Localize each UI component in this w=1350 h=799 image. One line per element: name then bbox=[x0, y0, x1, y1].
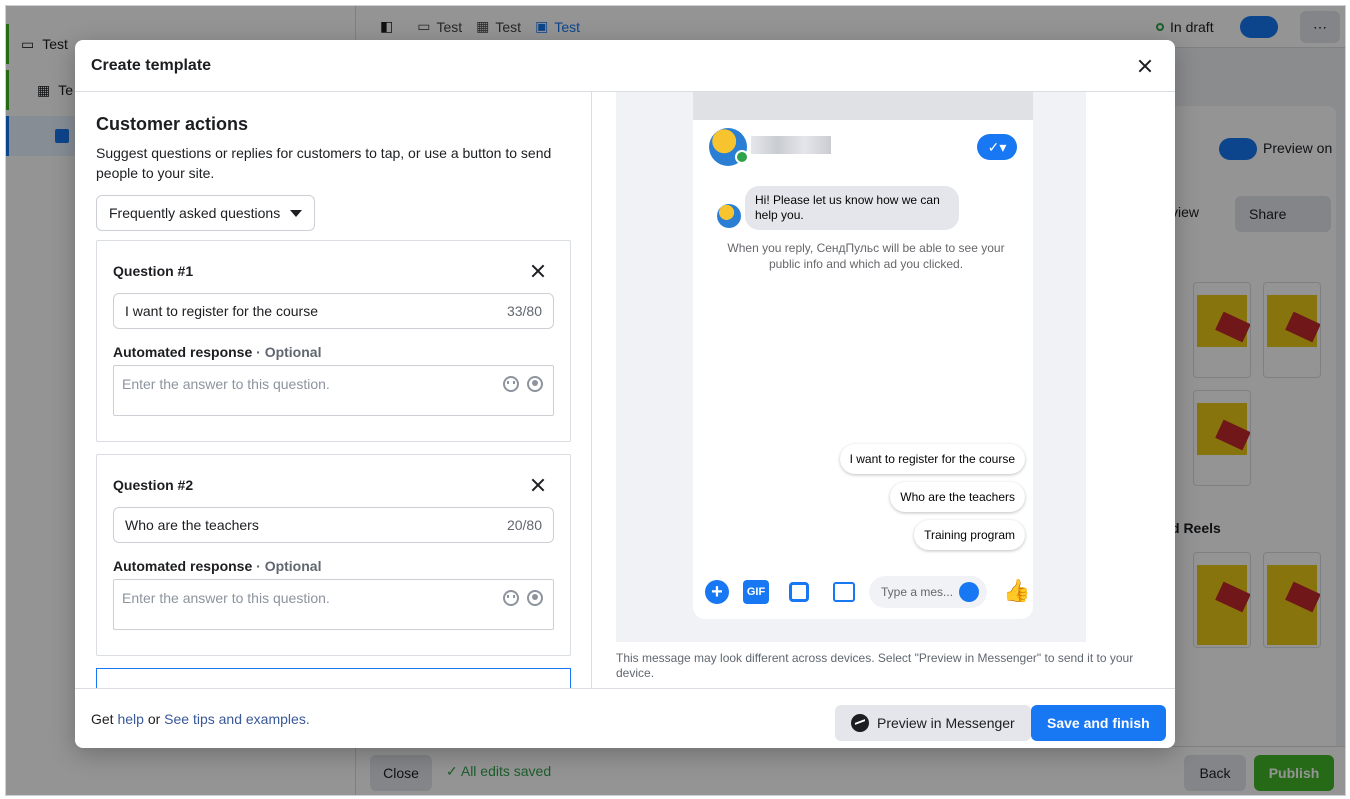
quick-reply[interactable]: Training program bbox=[914, 520, 1025, 550]
remove-question-icon[interactable] bbox=[528, 261, 548, 281]
personalize-icon[interactable] bbox=[527, 376, 543, 392]
section-title: Customer actions bbox=[96, 114, 249, 134]
customer-actions-section: Customer actions Suggest questions or re… bbox=[96, 100, 571, 231]
close-dialog-icon[interactable] bbox=[1133, 54, 1157, 78]
photo-icon[interactable] bbox=[833, 582, 855, 602]
checkmark-dropdown-icon[interactable]: ✓▾ bbox=[977, 134, 1017, 160]
remove-question-icon[interactable] bbox=[528, 475, 548, 495]
phone-preview: ✓▾ Hi! Please let us know how we can hel… bbox=[693, 92, 1033, 619]
personalize-icon[interactable] bbox=[527, 590, 543, 606]
create-template-dialog: Create template Customer actions Suggest… bbox=[75, 40, 1175, 748]
section-description: Suggest questions or replies for custome… bbox=[96, 145, 552, 181]
gif-icon[interactable]: GIF bbox=[743, 580, 769, 604]
response-placeholder: Enter the answer to this question. bbox=[122, 376, 330, 392]
tips-link[interactable]: See tips and examples. bbox=[164, 711, 310, 727]
phone-status-area bbox=[693, 92, 1033, 120]
question-input[interactable]: I want to register for the course 33/80 bbox=[113, 293, 554, 329]
response-placeholder: Enter the answer to this question. bbox=[122, 590, 330, 606]
action-type-dropdown[interactable]: Frequently asked questions bbox=[96, 195, 316, 231]
preview-disclaimer: This message may look different across d… bbox=[616, 651, 1134, 680]
page-name-blurred bbox=[751, 136, 831, 154]
response-textarea[interactable]: Enter the answer to this question. bbox=[113, 365, 554, 416]
question-card[interactable] bbox=[96, 668, 571, 688]
thumbs-up-icon[interactable]: 👍 bbox=[1003, 578, 1030, 604]
messenger-preview: ✓▾ Hi! Please let us know how we can hel… bbox=[592, 92, 1175, 688]
char-counter: 33/80 bbox=[506, 303, 542, 319]
privacy-note: When you reply, СендПульс will be able t… bbox=[727, 241, 1005, 271]
help-link[interactable]: help bbox=[117, 711, 143, 727]
caret-down-icon bbox=[290, 209, 303, 217]
emoji-icon[interactable] bbox=[959, 582, 979, 602]
plus-icon[interactable]: + bbox=[705, 580, 729, 604]
response-label: Automated response · Optional bbox=[113, 344, 322, 360]
preview-in-messenger-button[interactable]: Preview in Messenger bbox=[835, 705, 1031, 741]
question-text: I want to register for the course bbox=[125, 303, 318, 319]
response-textarea[interactable]: Enter the answer to this question. bbox=[113, 579, 554, 630]
sticker-icon[interactable] bbox=[789, 582, 809, 602]
greeting-bubble: Hi! Please let us know how we can help y… bbox=[745, 186, 959, 230]
message-input[interactable]: Type a mes... bbox=[869, 576, 987, 608]
dialog-footer: Get help or See tips and examples. Previ… bbox=[75, 688, 1175, 748]
question-input[interactable]: Who are the teachers 20/80 bbox=[113, 507, 554, 543]
help-text: Get help or See tips and examples. bbox=[91, 710, 310, 727]
emoji-icon[interactable] bbox=[503, 590, 519, 606]
page-avatar-small bbox=[717, 204, 741, 228]
dialog-header: Create template bbox=[75, 40, 1175, 92]
template-editor: Customer actions Suggest questions or re… bbox=[75, 92, 592, 688]
emoji-icon[interactable] bbox=[503, 376, 519, 392]
question-heading: Question #2 bbox=[113, 477, 194, 493]
question-heading: Question #1 bbox=[113, 263, 194, 279]
save-and-finish-button[interactable]: Save and finish bbox=[1031, 705, 1166, 741]
online-indicator bbox=[735, 150, 749, 164]
response-label: Automated response · Optional bbox=[113, 558, 322, 574]
question-card: Question #1 I want to register for the c… bbox=[96, 240, 571, 442]
char-counter: 20/80 bbox=[506, 517, 542, 533]
dropdown-value: Frequently asked questions bbox=[109, 205, 281, 221]
question-card: Question #2 Who are the teachers 20/80 A… bbox=[96, 454, 571, 656]
dialog-title: Create template bbox=[91, 56, 212, 74]
message-composer: + GIF Type a mes... 👍 bbox=[693, 572, 1033, 612]
quick-reply[interactable]: Who are the teachers bbox=[890, 482, 1025, 512]
quick-reply[interactable]: I want to register for the course bbox=[839, 444, 1025, 474]
messenger-icon bbox=[851, 714, 869, 732]
question-text: Who are the teachers bbox=[125, 517, 259, 533]
